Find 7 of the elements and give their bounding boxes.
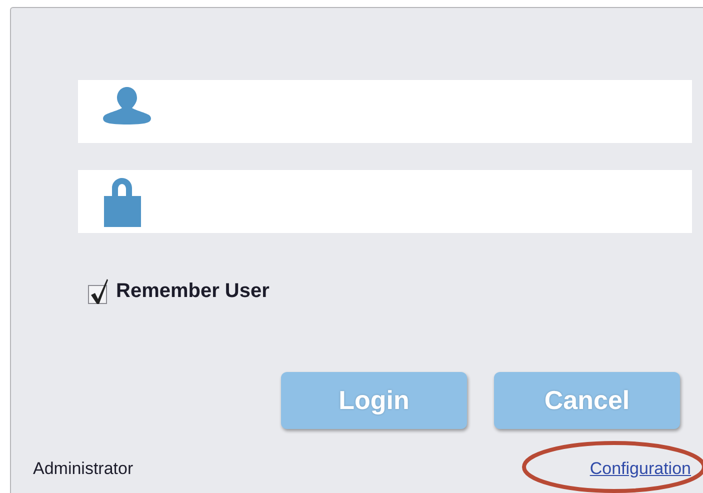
remember-user-label: Remember User [116,279,270,304]
role-label: Administrator [33,458,134,480]
username-field[interactable] [78,80,692,143]
cancel-button[interactable]: Cancel [494,372,680,429]
password-field[interactable] [78,170,692,233]
remember-checkbox[interactable] [88,278,110,304]
login-button[interactable]: Login [281,372,467,429]
